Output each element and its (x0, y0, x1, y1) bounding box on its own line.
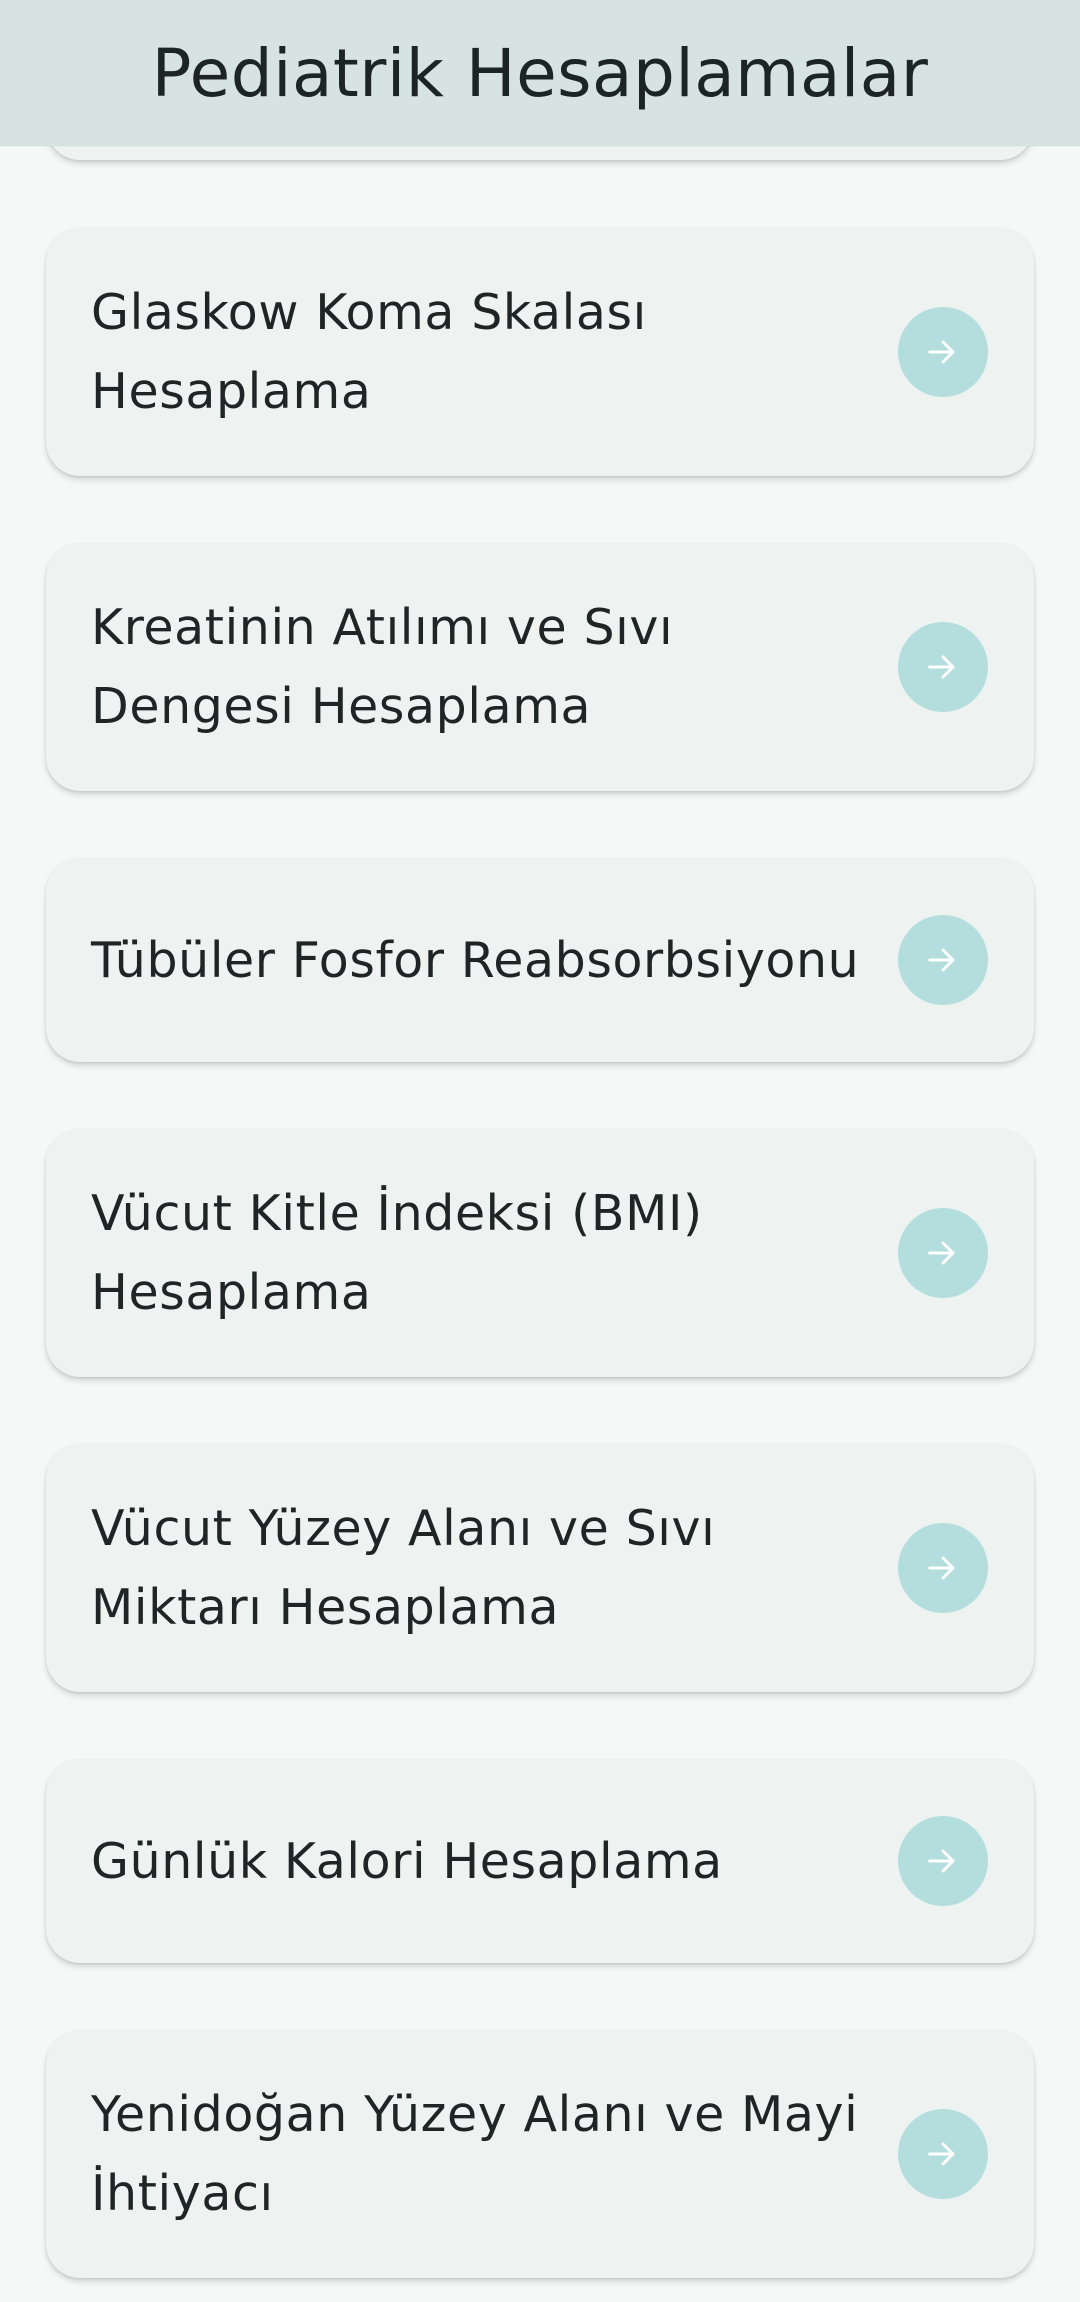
card-label: Glaskow Koma Skalası Hesaplama (91, 284, 647, 420)
arrow-forward-icon[interactable] (898, 307, 988, 397)
arrow-forward-icon[interactable] (898, 2109, 988, 2199)
arrow-forward-icon[interactable] (898, 622, 988, 712)
calculator-list: Glaskow Koma Skalası Hesaplama Kreatinin… (0, 0, 1080, 2302)
card-label: Kreatinin Atılımı ve Sıvı Dengesi Hesapl… (91, 599, 674, 735)
arrow-forward-icon[interactable] (898, 1523, 988, 1613)
app-bar: Pediatrik Hesaplamalar (0, 0, 1080, 146)
card-label: Vücut Yüzey Alanı ve Sıvı Miktarı Hesapl… (91, 1500, 716, 1636)
card-label: Tübüler Fosfor Reabsorbsiyonu (91, 931, 860, 989)
card-label: Günlük Kalori Hesaplama (91, 1832, 723, 1890)
list-card-bmi[interactable]: Vücut Kitle İndeksi (BMI) Hesaplama (46, 1129, 1034, 1377)
list-card-tubular-phosphorus[interactable]: Tübüler Fosfor Reabsorbsiyonu (46, 858, 1034, 1062)
card-label: Yenidoğan Yüzey Alanı ve Mayi İhtiyacı (91, 2086, 859, 2222)
list-card-newborn-surface[interactable]: Yenidoğan Yüzey Alanı ve Mayi İhtiyacı (46, 2030, 1034, 2278)
list-card-body-surface[interactable]: Vücut Yüzey Alanı ve Sıvı Miktarı Hesapl… (46, 1444, 1034, 1692)
arrow-forward-icon[interactable] (898, 1816, 988, 1906)
list-card-daily-calorie[interactable]: Günlük Kalori Hesaplama (46, 1759, 1034, 1963)
list-card-creatinine[interactable]: Kreatinin Atılımı ve Sıvı Dengesi Hesapl… (46, 543, 1034, 791)
list-card-glasgow[interactable]: Glaskow Koma Skalası Hesaplama (46, 228, 1034, 476)
arrow-forward-icon[interactable] (898, 915, 988, 1005)
arrow-forward-icon[interactable] (898, 1208, 988, 1298)
page-title: Pediatrik Hesaplamalar (151, 34, 929, 112)
card-label: Vücut Kitle İndeksi (BMI) Hesaplama (91, 1185, 703, 1321)
